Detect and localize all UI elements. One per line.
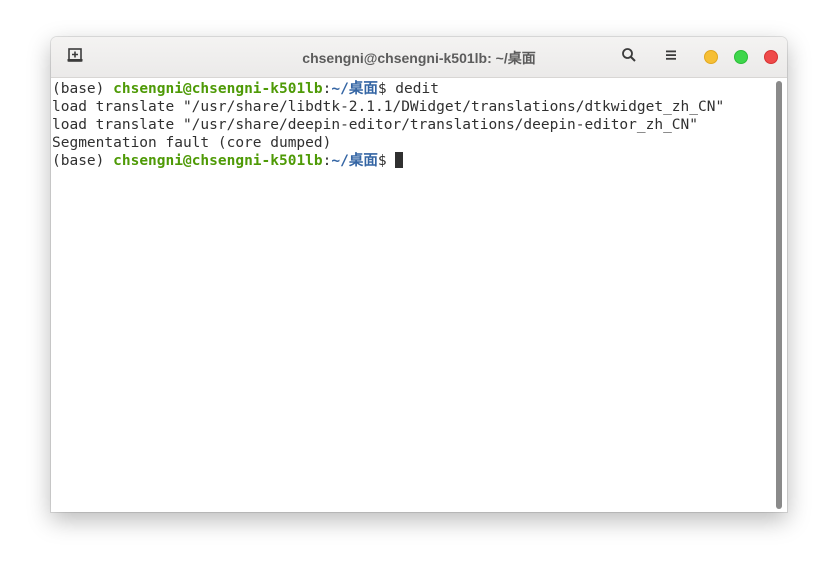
user-host: chsengni@chsengni-k501lb bbox=[113, 153, 323, 169]
conda-env: (base) bbox=[52, 81, 105, 97]
hamburger-menu-icon bbox=[664, 48, 678, 67]
terminal-window: chsengni@chsengni-k501lb: ~/桌面 (base) ch… bbox=[51, 37, 787, 512]
menu-button[interactable] bbox=[659, 45, 683, 69]
current-path: ~/桌面 bbox=[331, 153, 378, 169]
current-path: ~/桌面 bbox=[331, 81, 378, 97]
minimize-button[interactable] bbox=[704, 50, 718, 64]
search-icon bbox=[621, 47, 637, 68]
output-line: load translate "/usr/share/libdtk-2.1.1/… bbox=[52, 99, 725, 115]
maximize-button[interactable] bbox=[734, 50, 748, 64]
text-cursor bbox=[394, 152, 403, 168]
prompt-line: (base) chsengni@chsengni-k501lb:~/桌面$ de… bbox=[52, 80, 773, 98]
prompt-line: (base) chsengni@chsengni-k501lb:~/桌面$ bbox=[52, 152, 773, 170]
conda-env: (base) bbox=[52, 153, 105, 169]
terminal-output[interactable]: (base) chsengni@chsengni-k501lb:~/桌面$ de… bbox=[51, 78, 773, 512]
output-line: Segmentation fault (core dumped) bbox=[52, 135, 332, 151]
output-line: load translate "/usr/share/deepin-editor… bbox=[52, 117, 699, 133]
prompt-symbol: $ bbox=[377, 81, 387, 97]
close-button[interactable] bbox=[764, 50, 778, 64]
prompt-symbol: $ bbox=[377, 153, 387, 169]
user-host: chsengni@chsengni-k501lb bbox=[113, 81, 323, 97]
search-button[interactable] bbox=[617, 45, 641, 69]
scrollbar-thumb[interactable] bbox=[776, 81, 782, 509]
titlebar[interactable]: chsengni@chsengni-k501lb: ~/桌面 bbox=[51, 37, 787, 78]
scrollbar[interactable] bbox=[775, 79, 783, 511]
command-text: dedit bbox=[386, 81, 439, 97]
